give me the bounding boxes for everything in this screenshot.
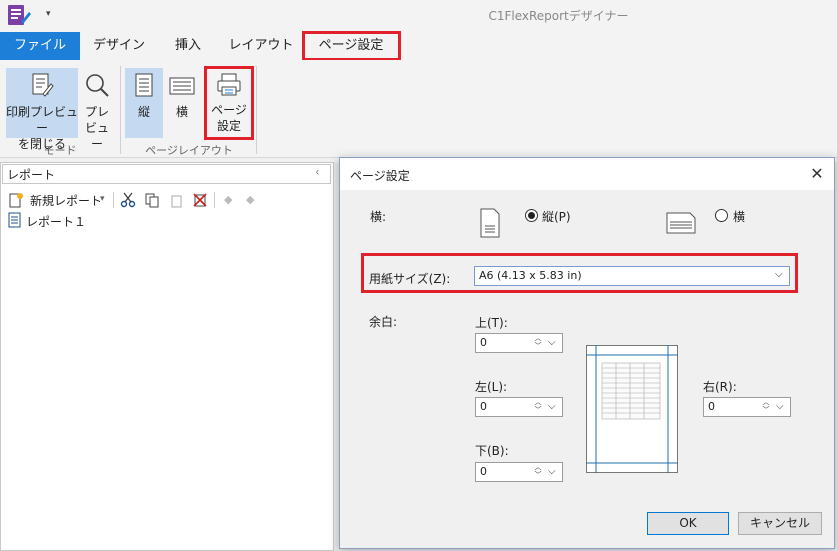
new-report-dropdown-icon[interactable]: ▾ bbox=[100, 194, 105, 204]
chevron-down-icon[interactable]: ⌵ bbox=[776, 401, 784, 412]
spin-arrows-icon[interactable]: ︿ ﹀ bbox=[532, 398, 544, 416]
highlight-frame-paper-size bbox=[361, 253, 798, 293]
tab-file[interactable]: ファイル bbox=[0, 32, 80, 60]
landscape-preview-icon bbox=[666, 212, 696, 237]
chevron-down-icon[interactable]: ⌵ bbox=[548, 466, 556, 477]
portrait-preview-icon bbox=[479, 208, 501, 241]
left-margin-stepper[interactable]: 0 ︿ ﹀ ⌵ bbox=[475, 397, 563, 417]
right-margin-stepper[interactable]: 0 ︿ ﹀ ⌵ bbox=[703, 397, 791, 417]
preview-button[interactable]: プレ ビュー bbox=[80, 68, 114, 151]
spin-arrows-icon[interactable]: ︿ ﹀ bbox=[532, 463, 544, 481]
preview-label-1: プレ bbox=[84, 105, 109, 119]
group-label-page-layout: ページレイアウト bbox=[145, 144, 233, 157]
toolbar-separator bbox=[113, 192, 114, 208]
left-margin-value: 0 bbox=[480, 400, 487, 413]
orientation-label: 横: bbox=[370, 210, 387, 224]
move-down-icon[interactable]: ◆ bbox=[246, 193, 254, 206]
ribbon-separator bbox=[120, 66, 121, 154]
margins-label: 余白: bbox=[369, 315, 398, 329]
radio-selected-dot bbox=[528, 212, 535, 219]
new-report-icon[interactable] bbox=[8, 192, 24, 208]
tab-insert[interactable]: 挿入 bbox=[158, 32, 218, 60]
cut-icon[interactable] bbox=[120, 192, 136, 208]
highlight-frame-page-setup bbox=[204, 66, 254, 140]
new-report-label[interactable]: 新規レポート bbox=[30, 192, 102, 209]
chevron-down-icon[interactable]: ⌵ bbox=[548, 401, 556, 412]
dialog-title: ページ設定 bbox=[350, 169, 410, 183]
move-up-icon[interactable]: ◆ bbox=[224, 193, 232, 206]
bottom-margin-value: 0 bbox=[480, 465, 487, 478]
copy-icon[interactable] bbox=[144, 192, 160, 208]
portrait-button[interactable]: 縦 bbox=[125, 68, 163, 138]
toolbar-separator bbox=[214, 192, 215, 208]
close-preview-label-1: 印刷プレビュー bbox=[6, 105, 79, 135]
highlight-frame-tab bbox=[302, 31, 401, 61]
bottom-margin-label: 下(B): bbox=[475, 444, 509, 458]
tab-design[interactable]: デザイン bbox=[80, 32, 158, 60]
portrait-radio-label[interactable]: 縦(P) bbox=[542, 208, 571, 225]
chevron-down-icon[interactable]: ⌵ bbox=[548, 337, 556, 348]
tab-layout[interactable]: レイアウト bbox=[218, 32, 304, 60]
spin-arrows-icon[interactable]: ︿ ﹀ bbox=[532, 334, 544, 352]
pin-icon[interactable]: ᚲ bbox=[314, 166, 321, 179]
close-preview-icon bbox=[32, 73, 54, 97]
report-tree-item[interactable]: レポート１ bbox=[26, 213, 86, 230]
landscape-label: 横 bbox=[175, 105, 188, 119]
report-panel-title: レポート bbox=[7, 168, 56, 182]
landscape-page-icon bbox=[169, 77, 195, 95]
portrait-page-icon bbox=[135, 73, 153, 97]
paste-icon[interactable] bbox=[168, 192, 184, 208]
landscape-radio[interactable] bbox=[715, 209, 728, 222]
right-margin-label: 右(R): bbox=[703, 380, 737, 394]
group-label-mode: モード bbox=[43, 144, 77, 157]
portrait-label: 縦 bbox=[137, 105, 150, 119]
close-icon[interactable]: ✕ bbox=[806, 163, 828, 185]
spin-arrows-icon[interactable]: ︿ ﹀ bbox=[760, 398, 772, 416]
page-margin-preview bbox=[586, 345, 678, 476]
top-margin-stepper[interactable]: 0 ︿ ﹀ ⌵ bbox=[475, 333, 563, 353]
left-margin-label: 左(L): bbox=[475, 380, 508, 394]
delete-icon[interactable] bbox=[192, 192, 208, 208]
window-title: C1FlexReportデザイナー bbox=[488, 9, 629, 23]
report-tree-item-icon[interactable] bbox=[8, 212, 22, 230]
bottom-margin-stepper[interactable]: 0 ︿ ﹀ ⌵ bbox=[475, 462, 563, 482]
landscape-button[interactable]: 横 bbox=[164, 68, 200, 138]
ribbon-separator bbox=[256, 66, 257, 154]
close-preview-button[interactable]: 印刷プレビュー を閉じる bbox=[6, 68, 79, 151]
right-margin-value: 0 bbox=[708, 400, 715, 413]
portrait-radio[interactable] bbox=[525, 209, 538, 222]
landscape-radio-label[interactable]: 横 bbox=[733, 208, 745, 225]
cancel-button[interactable]: キャンセル bbox=[738, 512, 822, 535]
dialog-title-bar bbox=[340, 158, 834, 190]
ok-button[interactable]: OK bbox=[647, 512, 729, 535]
top-margin-value: 0 bbox=[480, 336, 487, 349]
top-margin-label: 上(T): bbox=[475, 316, 508, 330]
magnifier-icon bbox=[86, 74, 109, 97]
